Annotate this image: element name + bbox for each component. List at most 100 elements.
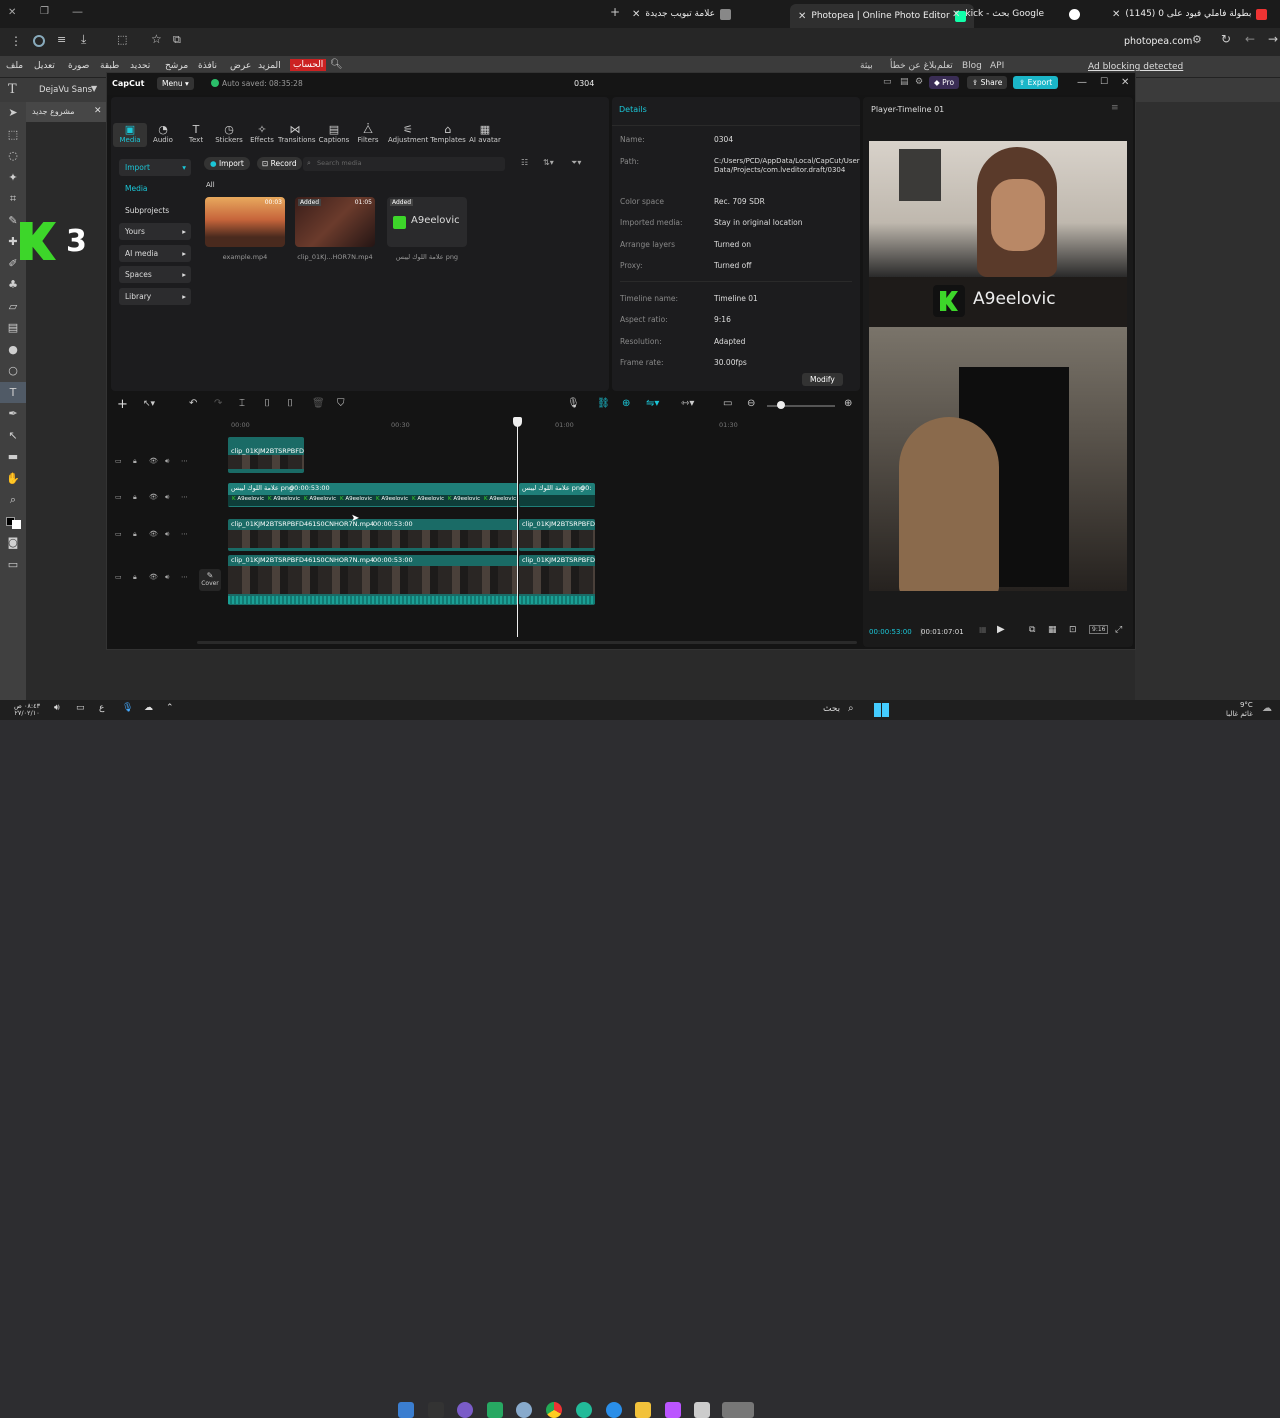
cloud-icon[interactable]: ☁: [144, 703, 153, 713]
eye-icon[interactable]: 👁︎: [149, 530, 158, 538]
ad-notice[interactable]: Ad blocking detected: [1088, 62, 1183, 72]
app-icon[interactable]: [398, 1402, 414, 1418]
sidebar-yours[interactable]: Yours ▸: [119, 223, 191, 240]
close-icon[interactable]: ✕: [94, 106, 102, 116]
cover-button[interactable]: ✎ Cover: [199, 569, 221, 591]
stamp-icon[interactable]: ♣: [0, 274, 26, 296]
tool-ai-avatar[interactable]: ▦ AI avatar: [467, 123, 503, 147]
app-icon[interactable]: [722, 1402, 754, 1418]
screen-mode-icon[interactable]: ▭: [0, 554, 26, 576]
zoom-out-icon[interactable]: ⊖: [747, 398, 755, 409]
quick-mask-icon[interactable]: ◙: [0, 532, 26, 554]
reload-icon[interactable]: ↻: [1221, 32, 1231, 46]
doc-tab[interactable]: مشروع جديد ✕: [26, 102, 106, 122]
tool-transitions[interactable]: ⋈ Transitions: [278, 123, 316, 147]
modify-button[interactable]: Modify: [802, 373, 843, 386]
dodge-icon[interactable]: ○: [0, 360, 26, 382]
tool-templates[interactable]: ⌂ Templates: [429, 123, 467, 147]
chevron-down-icon[interactable]: ▼: [91, 84, 97, 93]
site-settings-icon[interactable]: ⚙: [1192, 33, 1202, 46]
chrome-icon[interactable]: [546, 1402, 562, 1418]
close-icon[interactable]: ✕: [1121, 77, 1129, 88]
sidebar-subprojects[interactable]: Subprojects: [119, 202, 191, 219]
menu-edit[interactable]: تعديل: [34, 61, 55, 71]
search-icon[interactable]: ⌕: [848, 703, 854, 714]
audio-toggle-icon[interactable]: 🔊︎: [165, 493, 169, 502]
split-left-icon[interactable]: ⌷: [264, 398, 270, 409]
tool-captions[interactable]: ▤ Captions: [317, 123, 351, 147]
split-icon[interactable]: ⌶: [239, 398, 245, 409]
link-icon[interactable]: ⛓: [597, 398, 610, 409]
menu-right-2[interactable]: تعلم: [937, 61, 953, 71]
app-icon[interactable]: [665, 1402, 681, 1418]
record-button[interactable]: ⊡ Record: [257, 157, 302, 170]
close-icon[interactable]: ✕: [952, 9, 960, 20]
tab-search-icon[interactable]: ⧉: [173, 33, 181, 47]
pro-button[interactable]: ◆ Pro: [929, 76, 960, 89]
menu-right-0[interactable]: بيثة: [860, 61, 873, 71]
menu-right-3[interactable]: Blog: [962, 61, 982, 71]
shortcuts-icon[interactable]: ▤: [900, 77, 909, 87]
volume-icon[interactable]: 🔊︎: [54, 703, 60, 713]
tool-audio[interactable]: ◔ Audio: [146, 123, 180, 147]
filter-all[interactable]: All: [206, 181, 215, 189]
sidebar-ai-media[interactable]: AI media ▸: [119, 245, 191, 262]
timeline-clip-sticker[interactable]: علامة اللوك ليبس png 00:00:53:00 K A9eel…: [228, 483, 518, 507]
minimize-window-icon[interactable]: —: [72, 5, 83, 18]
play-icon[interactable]: ▶: [997, 624, 1005, 635]
audio-toggle-icon[interactable]: 🔊︎: [165, 530, 169, 539]
tab-photopea[interactable]: ✕ Photopea | Online Photo Editor: [790, 4, 974, 28]
playhead[interactable]: [517, 419, 518, 637]
forward-icon[interactable]: ←: [1245, 32, 1255, 46]
close-icon[interactable]: ✕: [632, 9, 640, 20]
sidebar-library[interactable]: Library ▸: [119, 288, 191, 305]
player-menu-icon[interactable]: ≡: [1111, 103, 1119, 113]
app-icon[interactable]: [694, 1402, 710, 1418]
zoom-slider[interactable]: [767, 401, 835, 409]
timeline-clip-video[interactable]: clip_01KJM2BTSRPBFD461S0CNHOR7N.mp4 00:0…: [228, 519, 518, 551]
tab-youtube[interactable]: ✕ (1145) بطولة فاملي فيود على 0: [1112, 4, 1268, 24]
timeline-clip[interactable]: clip_01KJM2BTSRPBFD: [228, 437, 304, 473]
new-tab-icon[interactable]: +: [610, 5, 620, 19]
more-icon[interactable]: ⋯: [181, 530, 188, 538]
timeline-scrollbar[interactable]: [197, 641, 857, 644]
type-icon[interactable]: T: [0, 381, 26, 403]
move-icon[interactable]: ➤: [0, 102, 26, 124]
path-select-icon[interactable]: ↖: [0, 425, 26, 447]
lock-icon[interactable]: 🔒︎: [133, 530, 137, 539]
fullscreen-icon[interactable]: ⤢: [1115, 625, 1122, 635]
eraser-icon[interactable]: ▱: [0, 296, 26, 318]
timeline-clip-main[interactable]: clip_01KJM2BTSRPBFD: [519, 555, 595, 605]
preview-axis-icon[interactable]: ⇋▾: [646, 398, 659, 409]
search-icon[interactable]: 🔍︎: [330, 59, 343, 70]
menu-select[interactable]: تحديد: [130, 61, 150, 71]
lasso-icon[interactable]: ◌: [0, 145, 26, 167]
timeline-clip-video[interactable]: clip_01KJM2BTSRPBFD: [519, 519, 595, 551]
menu-right-1[interactable]: بلاغ عن خطأ: [890, 61, 937, 71]
color-swatch[interactable]: [0, 511, 26, 533]
close-window-icon[interactable]: ✕: [8, 7, 16, 18]
hand-icon[interactable]: ✋: [0, 468, 26, 490]
sidebar-media[interactable]: Media: [119, 180, 191, 197]
zoom-handle[interactable]: [777, 401, 785, 409]
font-select[interactable]: DejaVu Sans: [39, 85, 92, 95]
more-icon[interactable]: ⋯: [181, 573, 188, 581]
search-media-input[interactable]: ⌕ Search media: [303, 157, 505, 171]
lock-icon[interactable]: 🔒︎: [133, 457, 137, 466]
import-button[interactable]: ● Import: [204, 157, 250, 170]
lock-icon[interactable]: 🔒︎: [133, 493, 137, 502]
lock-icon[interactable]: 🔒︎: [133, 573, 137, 582]
download-icon[interactable]: ⤓: [81, 32, 86, 47]
app-icon[interactable]: [576, 1402, 592, 1418]
fullscreen-fit-icon[interactable]: ⧉: [1029, 625, 1035, 635]
undo-icon[interactable]: ↶: [189, 398, 197, 409]
magnet-icon[interactable]: ⊕: [622, 398, 630, 409]
more-icon[interactable]: ⋯: [181, 457, 188, 465]
tool-stickers[interactable]: ◷ Stickers: [212, 123, 246, 147]
language-icon[interactable]: ع: [99, 703, 104, 713]
marquee-icon[interactable]: ⬚: [0, 124, 26, 146]
profile-icon[interactable]: [33, 35, 45, 47]
sidebar-import[interactable]: Import ▾: [119, 159, 191, 176]
share-button[interactable]: ⇪ Share: [967, 76, 1008, 89]
timeline-clip-main[interactable]: clip_01KJM2BTSRPBFD461S0CNHOR7N.mp4 00:0…: [228, 555, 518, 605]
